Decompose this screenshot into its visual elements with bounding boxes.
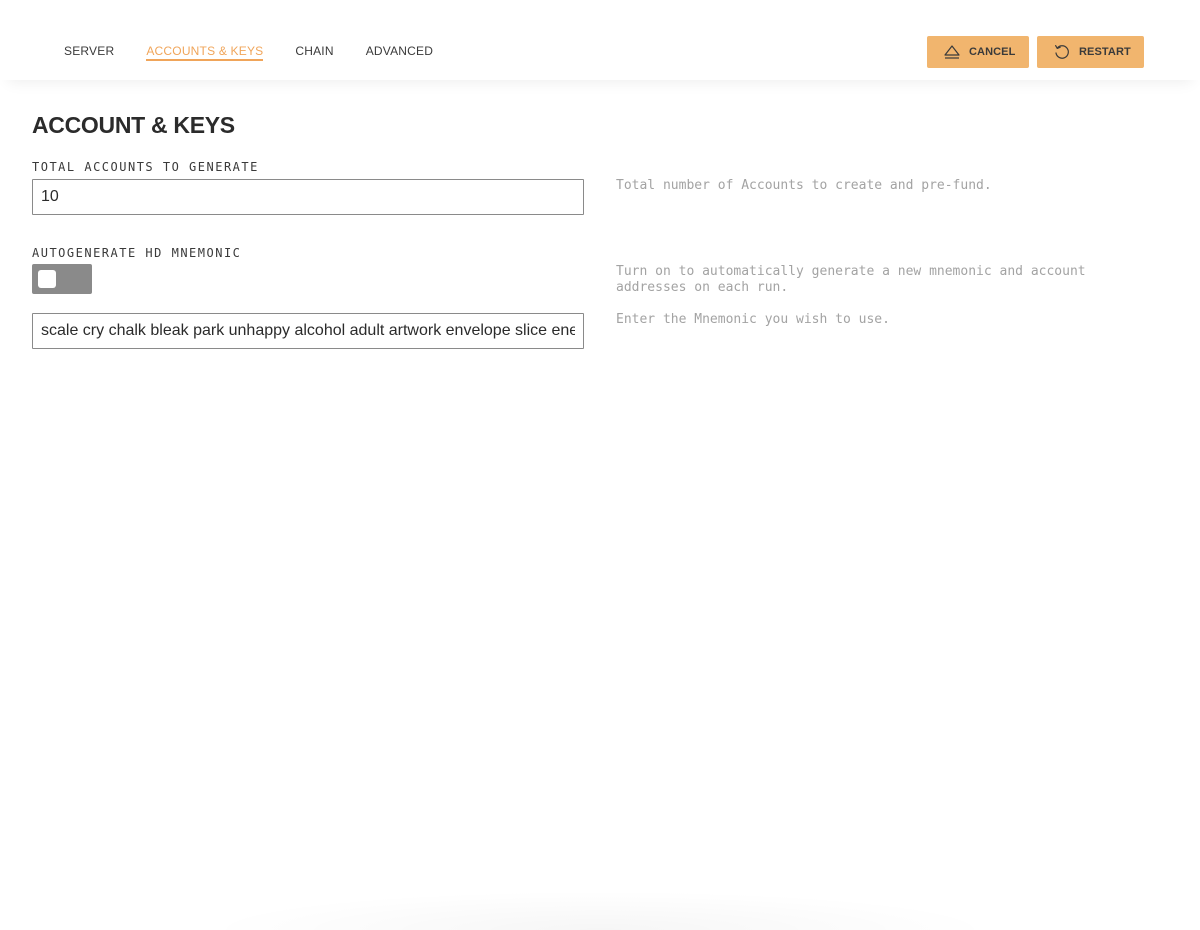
- cancel-button[interactable]: CANCEL: [927, 36, 1029, 68]
- tab-chain[interactable]: CHAIN: [295, 44, 333, 61]
- action-buttons: CANCEL RESTART: [927, 36, 1144, 68]
- bottom-shadow: [200, 890, 1000, 930]
- tab-server[interactable]: SERVER: [64, 44, 114, 61]
- total-accounts-input[interactable]: [32, 179, 584, 215]
- mnemonic-row: Enter the Mnemonic you wish to use.: [32, 312, 1152, 349]
- restart-button-label: RESTART: [1079, 46, 1131, 58]
- tab-advanced[interactable]: ADVANCED: [366, 44, 433, 61]
- page-title: ACCOUNT & KEYS: [32, 112, 235, 138]
- total-accounts-row: TOTAL ACCOUNTS TO GENERATE Total number …: [32, 159, 1152, 215]
- autogenerate-row: AUTOGENERATE HD MNEMONIC Turn on to auto…: [32, 245, 1152, 296]
- toggle-knob: [38, 270, 56, 288]
- restart-icon: [1053, 43, 1071, 61]
- restart-button[interactable]: RESTART: [1037, 36, 1144, 68]
- total-accounts-label: TOTAL ACCOUNTS TO GENERATE: [32, 160, 259, 174]
- autogenerate-toggle[interactable]: [32, 264, 92, 294]
- total-accounts-help: Total number of Accounts to create and p…: [616, 178, 992, 193]
- autogenerate-label: AUTOGENERATE HD MNEMONIC: [32, 246, 242, 260]
- autogenerate-help: Turn on to automatically generate a new …: [616, 264, 1086, 295]
- mnemonic-help: Enter the Mnemonic you wish to use.: [616, 312, 890, 327]
- cancel-button-label: CANCEL: [969, 46, 1016, 58]
- mnemonic-input[interactable]: [32, 313, 584, 349]
- tab-accounts-keys[interactable]: ACCOUNTS & KEYS: [146, 44, 264, 61]
- top-bar: SERVER ACCOUNTS & KEYS CHAIN ADVANCED CA…: [0, 0, 1200, 80]
- settings-tabs: SERVER ACCOUNTS & KEYS CHAIN ADVANCED: [64, 44, 465, 61]
- eject-icon: [943, 43, 961, 61]
- settings-content: ACCOUNT & KEYS TOTAL ACCOUNTS TO GENERAT…: [32, 80, 1152, 349]
